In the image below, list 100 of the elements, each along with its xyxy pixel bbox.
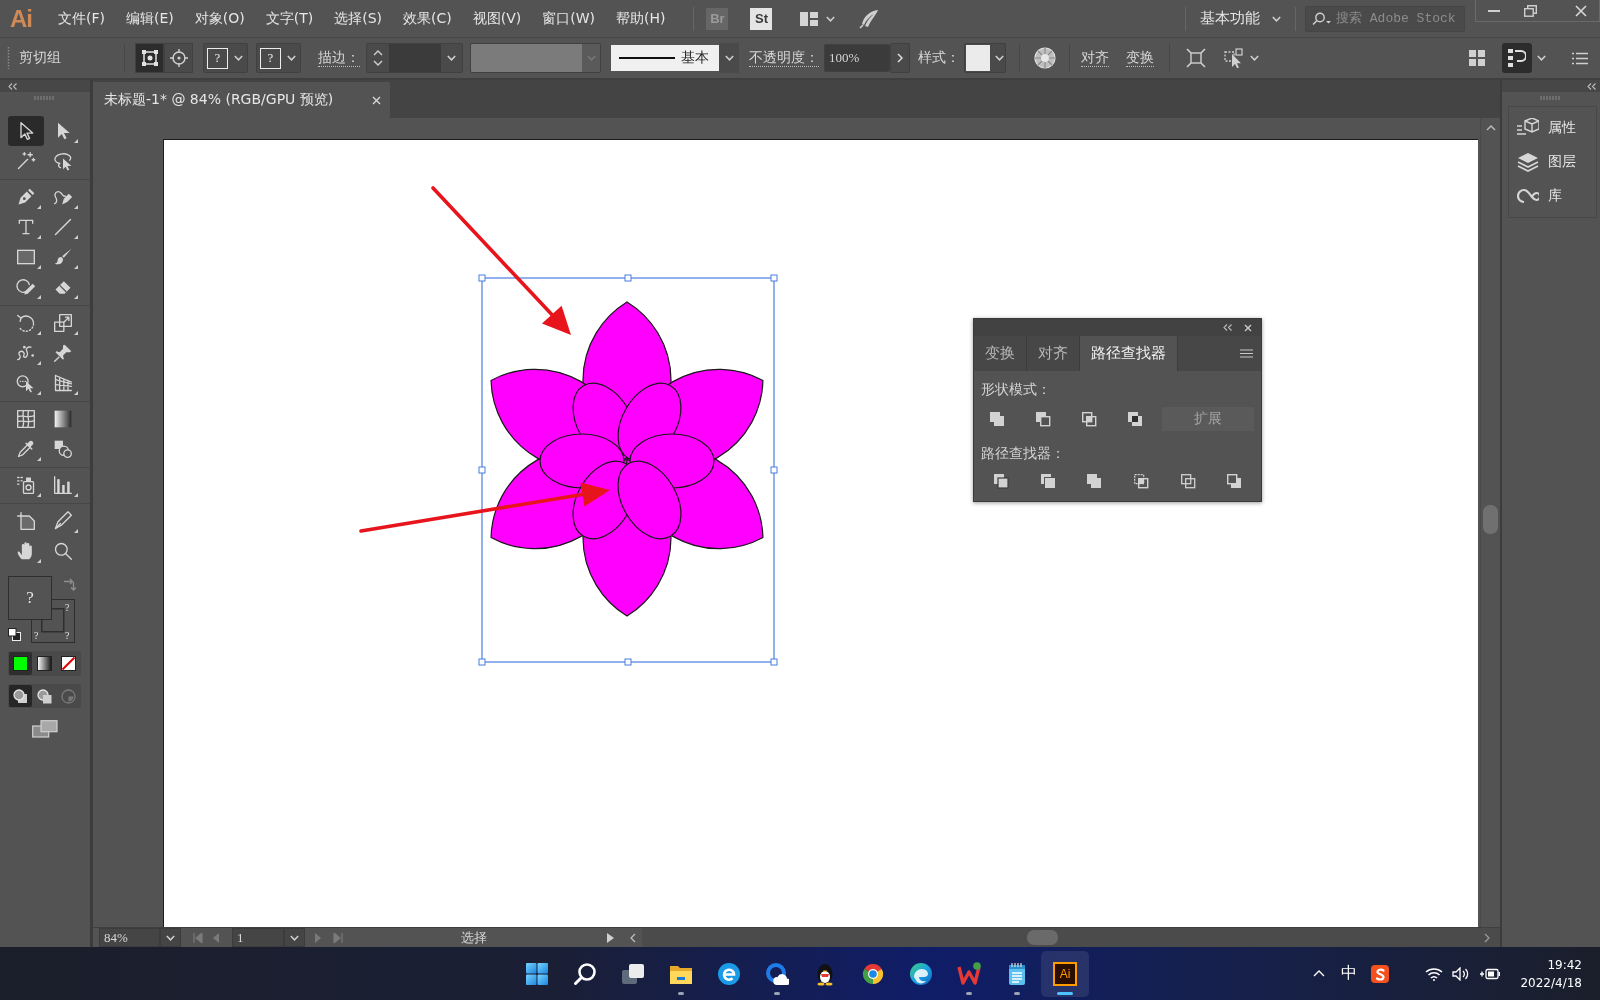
selection-handle[interactable]	[770, 466, 778, 474]
office-app-icon[interactable]	[957, 961, 981, 986]
wheel-browser-icon[interactable]	[861, 961, 885, 986]
width-profile-dropdown[interactable]	[470, 43, 601, 73]
taskbar-button[interactable]: Ai	[1041, 950, 1089, 997]
transform-link[interactable]: 变换	[1126, 49, 1154, 67]
panel-toggle-button[interactable]	[1502, 43, 1532, 73]
document-tab[interactable]: 未标题-1* @ 84% (RGB/GPU 预览)	[93, 82, 390, 118]
menu-item[interactable]: 文字(T)	[265, 9, 314, 28]
symbol-sprayer-icon	[16, 475, 36, 495]
opacity-field[interactable]: 100%	[824, 44, 890, 72]
chevron-left-icon[interactable]	[630, 932, 636, 943]
overlap-squares-icon[interactable]	[1081, 411, 1097, 427]
search-icon[interactable]	[573, 961, 597, 986]
chevron-right-icon[interactable]	[1484, 932, 1490, 943]
app-button[interactable]: St	[750, 7, 773, 30]
workspace-dropdown[interactable]: 基本功能	[1200, 9, 1281, 28]
zoom-dropdown-button[interactable]	[160, 928, 181, 947]
selection-handle[interactable]	[478, 466, 486, 474]
menu-item[interactable]: 效果(C)	[403, 9, 452, 28]
panel-tab[interactable]: 变换	[974, 336, 1027, 371]
close-icon[interactable]	[372, 95, 381, 105]
selection-handle[interactable]	[770, 658, 778, 666]
list-icon[interactable]	[1572, 51, 1588, 65]
tool-button[interactable]	[8, 116, 44, 146]
default-colors-icon[interactable]	[8, 628, 21, 641]
search-field[interactable]: 搜索 Adobe Stock	[1305, 5, 1465, 32]
layout-icon[interactable]	[800, 11, 819, 26]
cropped-squares-icon[interactable]	[1133, 473, 1150, 489]
selection-handle[interactable]	[478, 274, 486, 282]
close-icon[interactable]	[1575, 4, 1587, 17]
zoom-field[interactable]: 84%	[99, 928, 160, 947]
hollow-overlap-squares-icon[interactable]	[1127, 411, 1143, 427]
menu-item[interactable]: 对象(O)	[194, 9, 245, 28]
menu-item[interactable]: 帮助(H)	[616, 9, 666, 28]
restore-icon[interactable]	[1524, 4, 1537, 17]
selection-handle[interactable]	[478, 658, 486, 666]
draw-mode-button[interactable]	[9, 685, 32, 707]
artboard-dropdown-button[interactable]	[284, 928, 305, 947]
caret-icon	[166, 934, 175, 941]
caret-icon	[290, 934, 299, 941]
task-view-icon[interactable]	[621, 961, 645, 986]
selection-handle[interactable]	[624, 658, 632, 666]
close-icon[interactable]	[1244, 323, 1252, 332]
menu-item[interactable]: 选择(S)	[334, 9, 382, 28]
browser-icon[interactable]	[717, 961, 741, 986]
panel-button[interactable]: 图层	[1509, 145, 1596, 179]
grip-icon[interactable]	[7, 47, 10, 69]
cloud-ring-icon[interactable]	[765, 961, 789, 986]
collapse-icon[interactable]	[1223, 324, 1232, 331]
panel-tab[interactable]: 路径查找器	[1080, 336, 1178, 371]
screen-mode-icon[interactable]	[32, 720, 58, 738]
opacity-arrow-button[interactable]	[890, 43, 910, 73]
selection-handle[interactable]	[624, 274, 632, 282]
menu-item[interactable]: 编辑(E)	[126, 9, 174, 28]
artboard-field[interactable]: 1	[232, 928, 284, 947]
scroll-thumb[interactable]	[1027, 930, 1058, 945]
minimize-icon[interactable]	[1488, 9, 1500, 12]
app-logo: Ai	[10, 4, 33, 33]
select-similar-icon[interactable]	[1224, 48, 1244, 68]
play-icon[interactable]	[607, 932, 614, 943]
menu-item[interactable]: 窗口(W)	[542, 9, 595, 28]
isolate-frame-icon[interactable]	[1186, 48, 1206, 68]
stroke-link[interactable]: 描边：	[318, 49, 360, 67]
collapse-icon[interactable]	[1587, 82, 1596, 90]
selection-handle[interactable]	[770, 274, 778, 282]
menu-item[interactable]: 视图(V)	[472, 9, 522, 28]
color-wheel-icon[interactable]	[1034, 47, 1056, 69]
feather-icon[interactable]	[859, 8, 880, 29]
edit-mode-button[interactable]	[164, 43, 193, 73]
edit-mode-button[interactable]	[135, 43, 164, 73]
opacity-link[interactable]: 不透明度：	[749, 49, 819, 67]
outlined-squares-icon[interactable]	[1179, 473, 1196, 489]
back-cut-squares-icon[interactable]	[1226, 473, 1243, 489]
gradient-swatch-icon	[37, 656, 52, 671]
panel-button[interactable]: 库	[1509, 179, 1596, 213]
stroke-swatch[interactable]: ?	[256, 43, 301, 73]
cutout-squares-icon[interactable]	[1035, 411, 1051, 427]
merged-squares-icon[interactable]	[989, 411, 1005, 427]
input-method-icon[interactable]	[1371, 964, 1390, 983]
menu-icon[interactable]	[1240, 349, 1253, 358]
graphic-style-dropdown[interactable]	[964, 43, 1006, 73]
fill-stroke-swatches[interactable]: ? ? ? ?	[8, 574, 77, 643]
divided-squares-icon[interactable]	[993, 473, 1009, 489]
speaker-icon[interactable]	[1452, 966, 1471, 981]
merged-squares-icon[interactable]	[1086, 473, 1103, 489]
menu-item[interactable]: 文件(F)	[58, 9, 105, 28]
panel-button[interactable]: 属性	[1509, 111, 1596, 145]
battery-icon[interactable]	[1480, 966, 1501, 981]
stroke-weight-field[interactable]	[366, 43, 463, 73]
input-language-indicator[interactable]: 中	[1341, 963, 1358, 984]
wifi-icon[interactable]	[1425, 966, 1444, 981]
perspective-grid-icon	[53, 373, 73, 393]
wave-browser-icon[interactable]	[909, 961, 933, 986]
collapse-icon[interactable]	[8, 82, 17, 90]
fill-swatch[interactable]: ?	[203, 43, 248, 73]
scroll-thumb[interactable]	[1483, 505, 1498, 534]
trimmed-squares-icon[interactable]	[1039, 473, 1056, 489]
start-icon[interactable]	[525, 961, 549, 986]
align-link[interactable]: 对齐	[1081, 49, 1109, 67]
